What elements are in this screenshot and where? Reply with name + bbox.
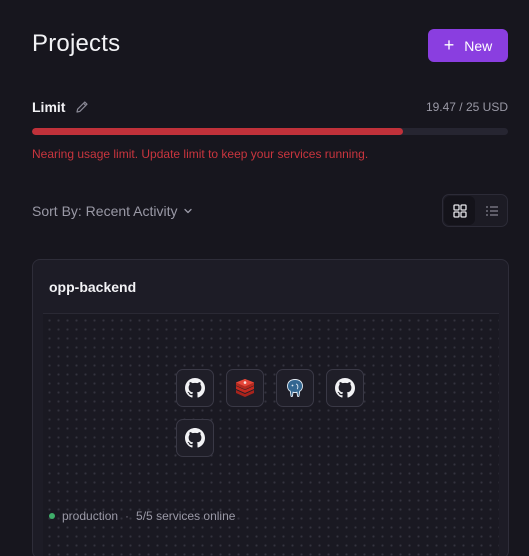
services-online-text: 5/5 services online bbox=[136, 509, 236, 523]
github-icon bbox=[185, 378, 205, 398]
service-tile-github[interactable] bbox=[176, 369, 214, 407]
new-project-button[interactable]: + New bbox=[428, 29, 508, 62]
service-tile-redis[interactable] bbox=[226, 369, 264, 407]
github-icon bbox=[335, 378, 355, 398]
status-separator: · bbox=[125, 509, 130, 523]
postgres-icon bbox=[287, 379, 303, 398]
list-view-button[interactable] bbox=[476, 195, 507, 226]
page-title: Projects bbox=[32, 30, 121, 57]
new-button-label: New bbox=[464, 37, 493, 54]
usage-warning: Nearing usage limit. Update limit to kee… bbox=[32, 147, 369, 161]
project-card[interactable]: opp-backend production · 5/5 services on… bbox=[32, 259, 509, 556]
usage-progress-fill bbox=[32, 128, 403, 135]
status-dot bbox=[49, 513, 55, 519]
service-tile-postgres[interactable] bbox=[276, 369, 314, 407]
view-mode-toggle bbox=[442, 194, 508, 227]
projects-page: Projects + New Limit 19.47 / 25 USD Near… bbox=[0, 0, 529, 556]
edit-limit-icon[interactable] bbox=[74, 99, 90, 115]
sort-label: Sort By: Recent Activity bbox=[32, 203, 178, 219]
usage-limit-label: Limit bbox=[32, 99, 66, 115]
redis-icon bbox=[236, 379, 254, 397]
environment-name: production bbox=[62, 509, 119, 523]
usage-value: 19.47 / 25 USD bbox=[425, 100, 508, 114]
grid-icon bbox=[452, 203, 467, 218]
grid-view-button[interactable] bbox=[444, 196, 475, 225]
github-icon bbox=[185, 428, 205, 448]
sort-dropdown[interactable]: Sort By: Recent Activity bbox=[32, 203, 194, 219]
service-tile-github[interactable] bbox=[176, 419, 214, 457]
service-tile-github[interactable] bbox=[326, 369, 364, 407]
usage-progress-bar bbox=[32, 128, 508, 135]
project-name: opp-backend bbox=[49, 279, 137, 295]
project-status: production · 5/5 services online bbox=[49, 509, 235, 523]
plus-icon: + bbox=[443, 34, 455, 55]
chevron-down-icon bbox=[183, 208, 192, 214]
project-canvas[interactable]: production · 5/5 services online bbox=[43, 313, 499, 556]
list-icon bbox=[485, 205, 498, 216]
